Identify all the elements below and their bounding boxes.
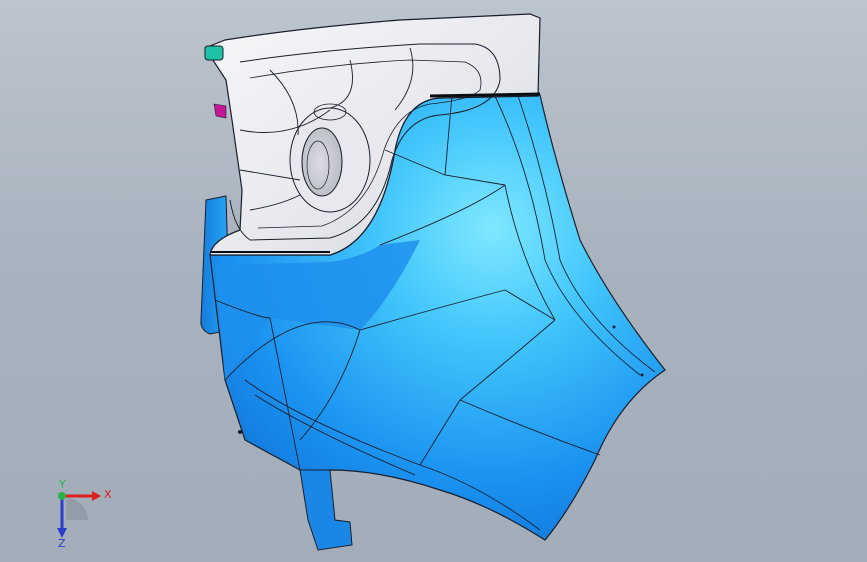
bottom-mounting-tab [299,469,353,551]
magenta-feature [213,103,227,119]
graphics-viewport[interactable]: X Z Y [0,0,867,562]
surface-point-2 [640,373,644,377]
boss-hole [301,127,343,197]
teal-clip [204,45,224,61]
seam-edge [429,92,541,98]
surface-point-1 [612,325,616,329]
cad-part-model[interactable] [0,0,867,562]
surface-point-3 [238,430,242,434]
x-axis-arrow [92,491,101,501]
triad-shadow [66,498,88,520]
y-axis-point [58,492,66,500]
z-axis-label: Z [58,537,66,548]
y-axis-label: Y [58,478,66,491]
coordinate-triad: X Z Y [57,478,112,548]
x-axis-label: X [104,488,112,501]
